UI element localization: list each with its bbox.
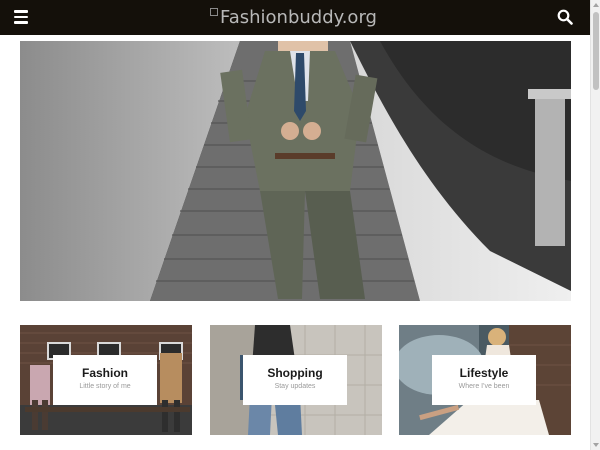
- shopping-card-label: Shopping Stay updates: [243, 355, 347, 405]
- category-card-fashion[interactable]: Fashion Little story of me: [20, 325, 192, 435]
- card-title: Fashion: [81, 366, 128, 380]
- fashion-card-label: Fashion Little story of me: [53, 355, 157, 405]
- card-subtitle: Stay updates: [274, 383, 316, 390]
- scrollbar-thumb[interactable]: [593, 12, 599, 90]
- card-subtitle: Where I've been: [458, 383, 510, 390]
- broken-image-icon: [210, 8, 218, 16]
- hero-slide-image: [20, 41, 571, 301]
- card-subtitle: Little story of me: [79, 383, 131, 390]
- category-card-shopping[interactable]: Shopping Stay updates: [210, 325, 382, 435]
- scroll-up-arrow-icon[interactable]: [593, 3, 599, 7]
- top-navbar: Fashionbuddy.org: [0, 0, 590, 35]
- scroll-down-arrow-icon[interactable]: [593, 443, 599, 447]
- card-title: Lifestyle: [459, 366, 509, 380]
- hamburger-menu-icon[interactable]: [14, 10, 28, 24]
- hero-slider[interactable]: [20, 41, 571, 301]
- lifestyle-card-label: Lifestyle Where I've been: [432, 355, 536, 405]
- card-title: Shopping: [267, 366, 323, 380]
- search-icon[interactable]: [557, 9, 573, 25]
- site-logo[interactable]: Fashionbuddy.org: [210, 7, 377, 28]
- page-scrollbar[interactable]: [590, 0, 600, 450]
- site-logo-alt-text: Fashionbuddy.org: [220, 7, 377, 28]
- category-card-lifestyle[interactable]: Lifestyle Where I've been: [399, 325, 571, 435]
